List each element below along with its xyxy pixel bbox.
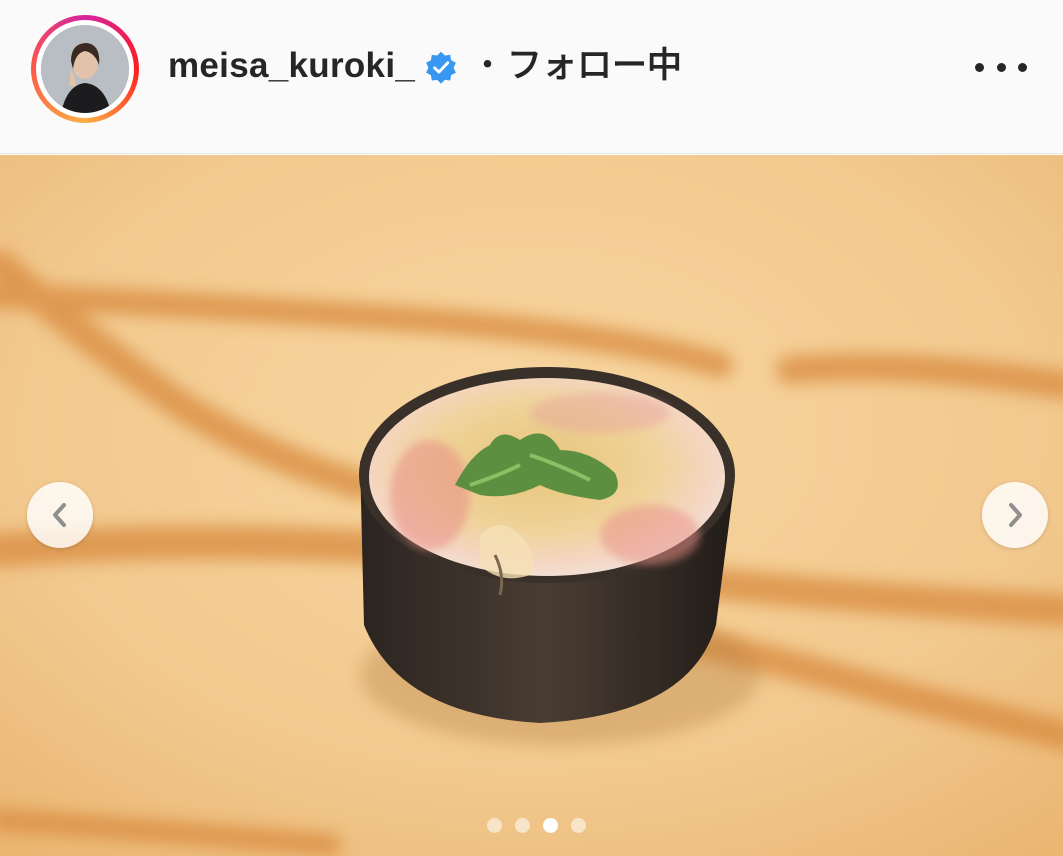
username[interactable]: meisa_kuroki_ [168,44,415,88]
following-button[interactable]: フォロー中 [507,44,682,88]
post-header: meisa_kuroki_ ・ フォロー中 [0,0,1063,154]
carousel-dot-active [543,818,558,833]
more-options-icon[interactable] [975,52,1027,82]
story-ring[interactable] [31,15,139,123]
chevron-left-icon [53,503,66,527]
avatar-image [41,25,129,113]
carousel-dot [571,818,586,833]
carousel-prev-button[interactable] [27,482,93,548]
avatar[interactable] [41,25,129,113]
separator-dot: ・ [470,46,506,85]
chevron-right-icon [1009,503,1022,527]
verified-badge-icon [426,51,456,84]
carousel-next-button[interactable] [982,482,1048,548]
carousel-dot [487,818,502,833]
carousel-dot [515,818,530,833]
sushi-roll-photo [0,155,1063,856]
carousel-indicator [487,818,587,834]
post-image[interactable] [0,155,1063,856]
